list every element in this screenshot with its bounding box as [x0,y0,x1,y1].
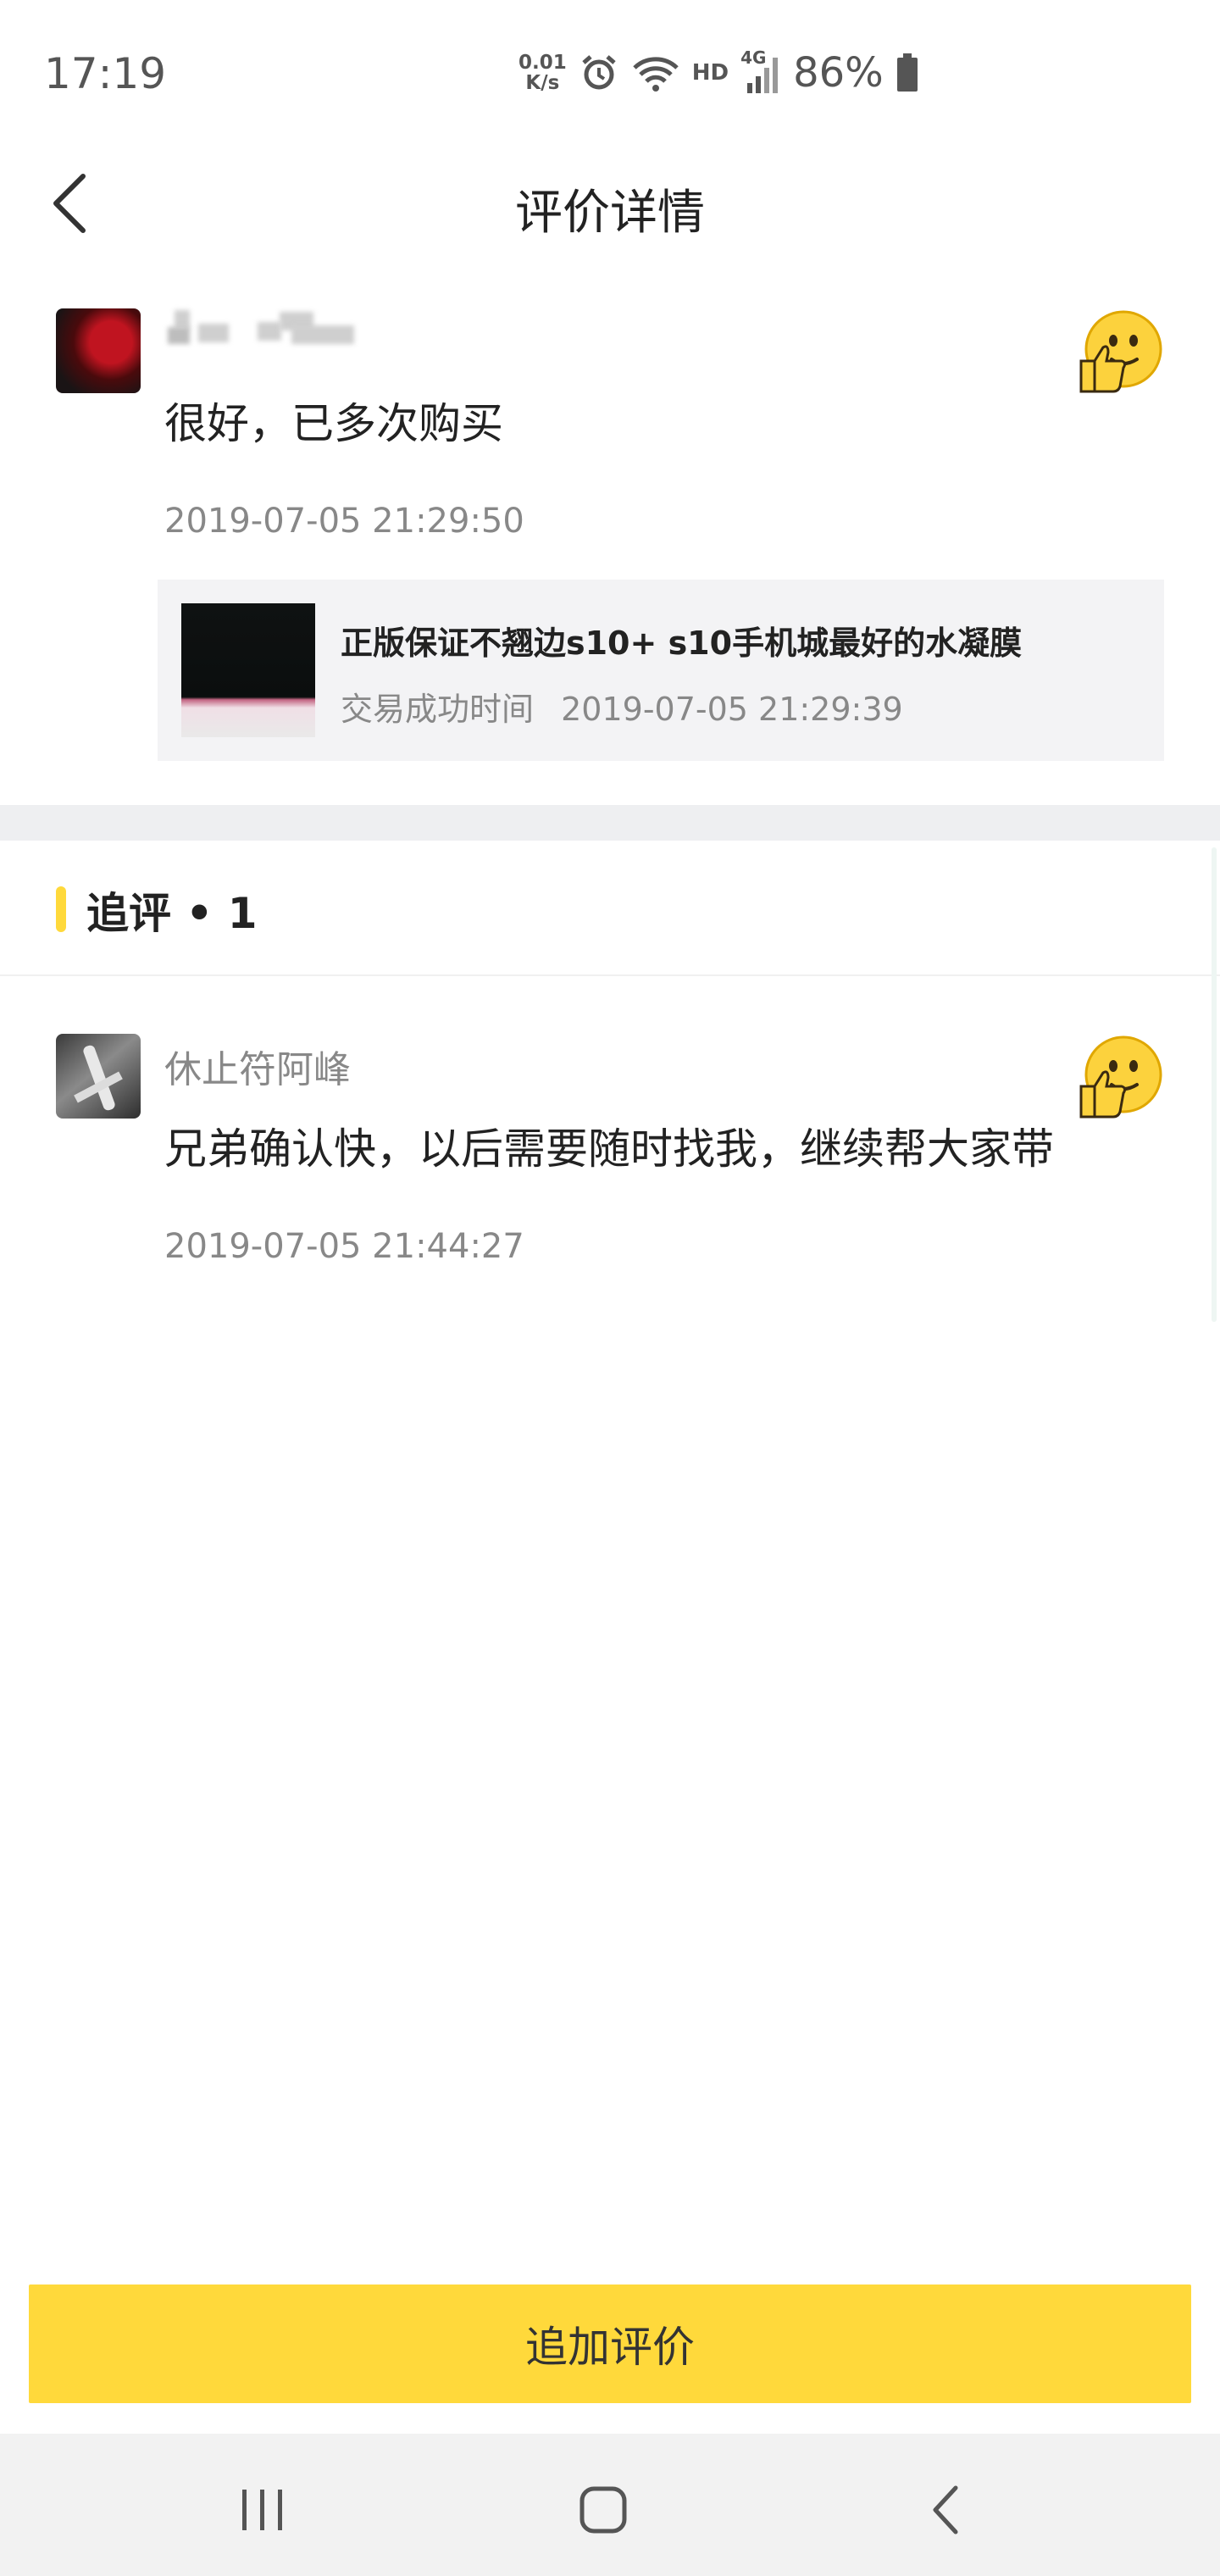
status-icons: 0.01 K/s HD 4G 86% [518,46,919,100]
nav-back-icon [933,2485,958,2534]
net-speed-unit: K/s [525,72,560,94]
edge-decoration [1212,847,1217,1322]
home-button[interactable] [569,2476,637,2544]
reviewer-name-blurred [164,307,368,349]
followup-reviewer-name[interactable]: 休止符阿峰 [164,1039,351,1093]
alarm-icon [579,53,619,93]
home-icon [580,2486,627,2534]
signal-icon: 4G [740,47,781,95]
section-accent-bar [56,886,66,932]
net-speed-value: 0.01 [518,52,567,74]
followup-section-title: 追评 • 1 [86,889,258,938]
recent-apps-icon [242,2490,282,2530]
followup-avatar[interactable] [56,1034,141,1119]
wifi-icon [631,53,680,93]
hd-label: HD [691,60,729,86]
section-divider [0,805,1220,841]
product-title: 正版保证不翘边s10+ s10手机城最好的水凝膜 [341,625,1023,662]
followup-review-text: 兄弟确认快，以后需要随时找我，继续帮大家带 [164,1124,1054,1174]
net-speed: 0.01 K/s [518,53,567,93]
review-text: 很好，已多次购买 [164,399,503,448]
avatar[interactable] [56,308,141,393]
trade-time-label: 交易成功时间 [341,691,535,728]
review-date: 2019-07-05 21:29:50 [164,502,524,541]
battery-icon [896,53,919,92]
header: 评价详情 [0,149,1220,259]
page-title: 评价详情 [515,186,705,241]
battery-percent: 86% [793,49,884,97]
product-trade-time: 交易成功时间 2019-07-05 21:29:39 [341,683,903,730]
followup-review-date: 2019-07-05 21:44:27 [164,1227,524,1266]
product-thumbnail [181,603,315,737]
network-type: 4G [740,47,767,68]
followup-header: 追评 • 1 [0,841,1220,976]
status-bar: 17:19 0.01 K/s HD 4G 86% [0,0,1220,149]
status-time: 17:19 [44,49,167,98]
thumbs-up-emoji-icon [1076,308,1164,397]
system-nav-bar [0,2434,1220,2576]
recent-apps-button[interactable] [229,2476,297,2544]
nav-back-button[interactable] [912,2476,979,2544]
thumbs-up-emoji-icon [1076,1034,1164,1122]
product-card[interactable]: 正版保证不翘边s10+ s10手机城最好的水凝膜 交易成功时间 2019-07-… [158,580,1164,761]
add-review-button[interactable]: 追加评价 [29,2285,1191,2403]
trade-time-value: 2019-07-05 21:29:39 [561,691,903,728]
